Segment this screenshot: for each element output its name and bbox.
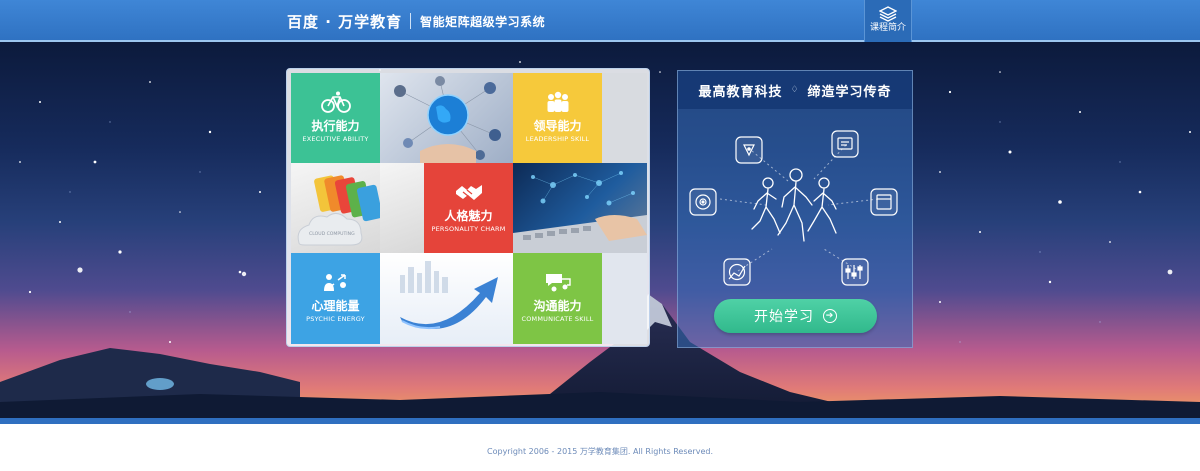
keyboard-photo (513, 163, 647, 253)
brand-name: 百度 · 万学教育 (287, 12, 403, 31)
brand[interactable]: 百度 · 万学教育 智能矩阵超级学习系统 (287, 10, 545, 32)
globe-network-photo (380, 73, 513, 163)
brand-divider (410, 13, 412, 29)
message-icon (831, 130, 859, 158)
runners-illustration (689, 130, 898, 286)
ability-matrix: 执行能力 EXECUTIVE ABILITY 领导能力 LEADERSHIP S… (286, 68, 650, 347)
start-learning-button[interactable]: 开始学习 ➔ (714, 299, 877, 333)
team-icon (547, 91, 568, 112)
ability-grid: 执行能力 EXECUTIVE ABILITY 领导能力 LEADERSHIP S… (291, 73, 647, 344)
tile-communicate-skill[interactable]: 沟通能力 COMMUNICATE SKILL (513, 253, 602, 344)
handshake-icon (455, 185, 482, 200)
window-icon (870, 188, 898, 216)
tile-executive-ability[interactable]: 执行能力 EXECUTIVE ABILITY (291, 73, 380, 163)
tile-title: 沟通能力 (533, 299, 582, 313)
tile-title: 人格魅力 (444, 209, 493, 223)
chat-icon (545, 274, 571, 292)
top-header: 百度 · 万学教育 智能矩阵超级学习系统 课程简介 (0, 0, 1200, 42)
promo-panel: 最高教育科技 ♢ 缔造学习传奇 开始学习 ➔ (677, 70, 913, 348)
cloud-cards-photo: CLOUD COMPUTING (291, 163, 380, 253)
tile-title: 心理能量 (311, 299, 360, 313)
course-intro-label: 课程简介 (869, 23, 906, 33)
footer-copyright: Copyright 2006 - 2015 万学教育集团. All Rights… (487, 447, 713, 456)
diamond-icon: ♢ (790, 85, 800, 95)
chart-line-icon (723, 258, 751, 286)
hero-bottom-bar (0, 418, 1200, 424)
growth-arrow-image (380, 253, 513, 344)
panel-title-right: 缔造学习传奇 (807, 84, 892, 100)
tile-subtitle: PERSONALITY CHARM (431, 225, 506, 233)
cloud-computing-label: CLOUD COMPUTING (309, 231, 355, 237)
panel-title-left: 最高教育科技 (698, 84, 783, 100)
course-intro-button[interactable]: 课程简介 (864, 0, 912, 42)
tile-subtitle: COMMUNICATE SKILL (521, 315, 594, 323)
tile-subtitle: EXECUTIVE ABILITY (302, 135, 369, 143)
exchange-icon (323, 274, 346, 291)
tile-subtitle: PSYCHIC ENERGY (306, 315, 365, 323)
start-learning-label: 开始学习 (754, 309, 814, 325)
brand-tagline: 智能矩阵超级学习系统 (420, 14, 546, 29)
tile-personality-charm[interactable]: 人格魅力 PERSONALITY CHARM (424, 163, 513, 253)
layers-icon (879, 6, 897, 22)
tile-leadership-skill[interactable]: 领导能力 LEADERSHIP SKILL (513, 73, 602, 163)
tile-title: 执行能力 (311, 119, 360, 133)
tile-subtitle: LEADERSHIP SKILL (525, 135, 590, 143)
panel-title: 最高教育科技 ♢ 缔造学习传奇 (678, 71, 912, 109)
image-edge (602, 73, 647, 163)
bicycle-icon (320, 91, 351, 113)
image-edge (602, 253, 647, 344)
cloud-cards-photo-extension (380, 163, 424, 253)
arrow-right-icon: ➔ (823, 309, 837, 323)
tile-psychic-energy[interactable]: 心理能量 PSYCHIC ENERGY (291, 253, 380, 344)
tile-title: 领导能力 (533, 119, 582, 133)
